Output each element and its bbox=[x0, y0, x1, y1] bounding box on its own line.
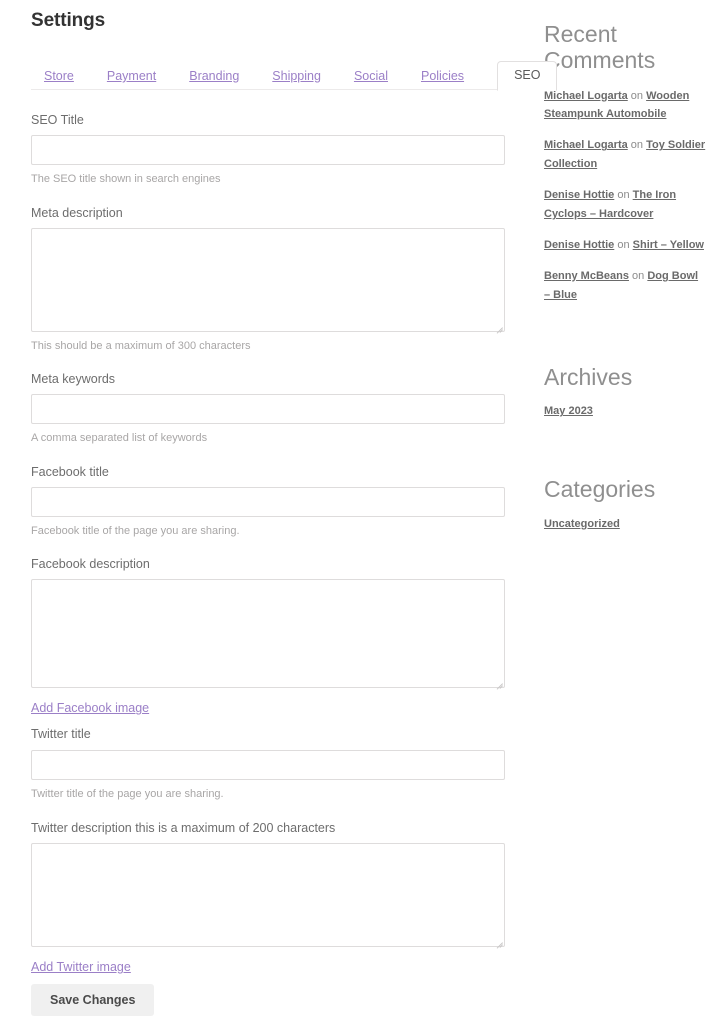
comment-author-link[interactable]: Michael Logarta bbox=[544, 139, 628, 151]
twitter-title-label: Twitter title bbox=[31, 727, 91, 742]
widget-recent-comments: Recent Comments Michael Logarta on Woode… bbox=[544, 21, 707, 305]
comment-on-text: on bbox=[628, 269, 648, 282]
facebook-description-wrap bbox=[31, 579, 505, 689]
comment-author-link[interactable]: Michael Logarta bbox=[544, 90, 628, 102]
meta-description-label: Meta description bbox=[31, 205, 123, 220]
comment-on-text: on bbox=[627, 89, 647, 102]
list-item: Michael Logarta on Wooden Steampunk Auto… bbox=[544, 87, 707, 125]
comment-author-link[interactable]: Denise Hottie bbox=[544, 239, 614, 251]
settings-tabs: Store Payment Branding Shipping Social P… bbox=[31, 58, 558, 91]
field-seo-title: SEO Title The SEO title shown in search … bbox=[31, 112, 536, 187]
twitter-description-wrap bbox=[31, 843, 505, 948]
add-twitter-image-link[interactable]: Add Twitter image bbox=[31, 960, 131, 974]
save-changes-button[interactable]: Save Changes bbox=[31, 984, 155, 1017]
meta-keywords-input[interactable] bbox=[31, 394, 505, 425]
field-meta-description: Meta description This should be a maximu… bbox=[31, 205, 536, 354]
tabs-list: Store Payment Branding Shipping Social P… bbox=[31, 58, 558, 91]
widget-categories: Categories Uncategorized bbox=[544, 476, 707, 534]
facebook-title-input[interactable] bbox=[31, 486, 505, 517]
facebook-title-help: Facebook title of the page you are shari… bbox=[31, 524, 240, 537]
field-twitter-title: Twitter title Twitter title of the page … bbox=[31, 726, 536, 801]
page-title: Settings bbox=[31, 10, 106, 31]
sidebar: Recent Comments Michael Logarta on Woode… bbox=[536, 0, 721, 1024]
comment-on-text: on bbox=[627, 139, 647, 152]
settings-page: Settings Store Payment Branding Shipping… bbox=[0, 0, 721, 1024]
list-item: Michael Logarta on Toy Soldier Collectio… bbox=[544, 136, 707, 174]
comment-post-link[interactable]: Shirt – Yellow bbox=[633, 239, 704, 251]
list-item: Denise Hottie on Shirt – Yellow bbox=[544, 236, 707, 255]
field-twitter-description: Twitter description this is a maximum of… bbox=[31, 820, 536, 948]
facebook-description-label: Facebook description bbox=[31, 557, 150, 572]
recent-comments-title: Recent Comments bbox=[544, 21, 656, 73]
categories-title: Categories bbox=[544, 476, 656, 502]
field-facebook-description: Facebook description bbox=[31, 556, 536, 689]
main-content: Settings Store Payment Branding Shipping… bbox=[0, 0, 558, 1024]
meta-description-wrap bbox=[31, 227, 505, 332]
list-item: Denise Hottie on The Iron Cyclops – Hard… bbox=[544, 186, 707, 224]
comment-on-text: on bbox=[614, 189, 633, 202]
comment-author-link[interactable]: Denise Hottie bbox=[544, 189, 614, 201]
meta-keywords-label: Meta keywords bbox=[31, 372, 116, 387]
meta-description-help: This should be a maximum of 300 characte… bbox=[31, 339, 251, 352]
tab-social[interactable]: Social bbox=[354, 69, 388, 90]
archives-title: Archives bbox=[544, 363, 633, 390]
tab-policies[interactable]: Policies bbox=[421, 69, 464, 90]
widget-archives: Archives May 2023 bbox=[544, 363, 707, 421]
facebook-description-textarea[interactable] bbox=[31, 579, 505, 689]
tab-shipping[interactable]: Shipping bbox=[272, 69, 321, 90]
tab-branding[interactable]: Branding bbox=[189, 69, 239, 90]
category-link-uncategorized[interactable]: Uncategorized bbox=[544, 516, 620, 534]
seo-title-help: The SEO title shown in search engines bbox=[31, 173, 221, 186]
tab-seo[interactable]: SEO bbox=[497, 60, 558, 91]
comment-on-text: on bbox=[614, 238, 633, 251]
meta-keywords-help: A comma separated list of keywords bbox=[31, 432, 208, 445]
meta-description-textarea[interactable] bbox=[31, 227, 505, 332]
twitter-title-input[interactable] bbox=[31, 749, 505, 780]
list-item: Benny McBeans on Dog Bowl – Blue bbox=[544, 267, 707, 305]
archive-link-may-2023[interactable]: May 2023 bbox=[544, 403, 593, 421]
comment-author-link[interactable]: Benny McBeans bbox=[544, 270, 629, 282]
tab-store[interactable]: Store bbox=[44, 69, 74, 90]
twitter-description-label: Twitter description this is a maximum of… bbox=[31, 820, 336, 835]
field-meta-keywords: Meta keywords A comma separated list of … bbox=[31, 371, 536, 446]
seo-title-input[interactable] bbox=[31, 135, 505, 166]
twitter-description-textarea[interactable] bbox=[31, 843, 505, 948]
facebook-title-label: Facebook title bbox=[31, 464, 109, 479]
field-facebook-title: Facebook title Facebook title of the pag… bbox=[31, 464, 536, 539]
seo-title-label: SEO Title bbox=[31, 113, 84, 127]
add-facebook-image-link[interactable]: Add Facebook image bbox=[31, 701, 149, 715]
twitter-title-help: Twitter title of the page you are sharin… bbox=[31, 787, 224, 800]
tab-payment[interactable]: Payment bbox=[107, 69, 156, 90]
